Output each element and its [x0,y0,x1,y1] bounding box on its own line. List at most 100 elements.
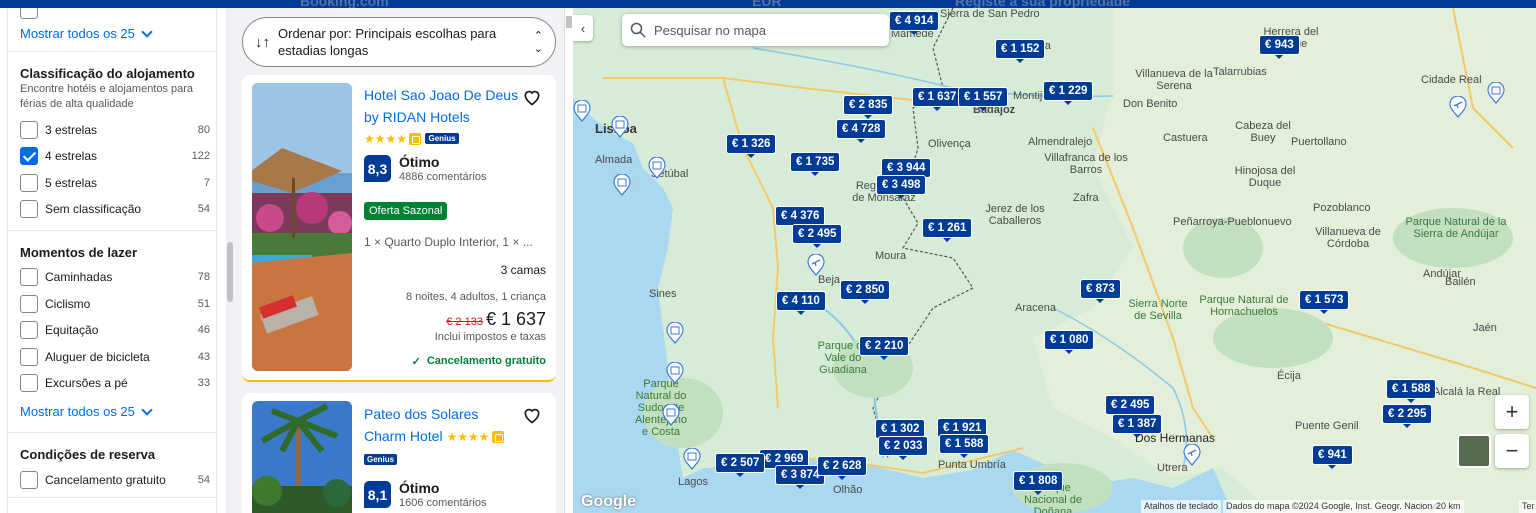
checkbox-checked[interactable] [20,147,38,165]
place-label: Parque Natural de Hornachuelos [1199,294,1289,318]
price-pin[interactable]: € 943 [1259,35,1300,59]
currency-button[interactable]: EUR [752,0,782,8]
price-pin[interactable]: € 4 376 [775,206,826,230]
price-pin[interactable]: € 1 808 [1013,471,1064,495]
filter-option-unrated[interactable]: Sem classificação 54 [20,199,210,219]
filter-option-4-stars[interactable]: 4 estrelas 122 [20,146,210,166]
filter-option-3-stars[interactable]: 3 estrelas 80 [20,120,210,140]
price-pin[interactable]: € 1 229 [1043,81,1094,105]
keyboard-shortcuts-link[interactable]: Atalhos de teclado [1141,500,1222,513]
free-cancellation: Cancelamento gratuito [426,355,546,367]
price-pin[interactable]: € 2 507 [715,453,766,477]
checkbox[interactable] [20,471,38,489]
price-pin[interactable]: € 1 080 [1044,330,1095,354]
checkbox[interactable] [20,200,38,218]
hotel-cluster-icon[interactable] [648,157,666,179]
hotel-card[interactable]: Hotel Sao Joao De Deus by RIDAN Hotels ★… [242,75,556,382]
filter-option-horse-riding[interactable]: Equitação 46 [20,320,210,340]
price-pin[interactable]: € 4 110 [776,291,826,315]
hotel-name-link[interactable]: Pateo dos Solares [364,403,524,425]
price-pin[interactable]: € 4 728 [836,119,887,143]
price-pin[interactable]: € 1 637 [912,87,963,111]
price-pin[interactable]: € 2 210 [859,336,910,360]
airport-icon[interactable] [1449,96,1467,118]
filter-option-cycling[interactable]: Ciclismo 51 [20,294,210,314]
price-pin[interactable]: € 2 628 [817,456,868,480]
price-pin[interactable]: € 4 914 [889,11,940,35]
price-pin[interactable]: € 2 495 [792,224,843,248]
price-pin[interactable]: € 3 498 [876,175,927,199]
show-all-previous-button[interactable]: Mostrar todos os 25 [20,25,153,41]
hotel-name-link[interactable]: Hotel Sao Joao De Deus by RIDAN Hotels [364,84,524,128]
panel-divider[interactable] [564,8,573,513]
filter-option-free-cancellation[interactable]: Cancelamento gratuito 54 [20,470,210,490]
hotel-card[interactable]: Pateo dos Solares Charm Hotel ★★★★ Geniu… [242,393,556,513]
price-pin[interactable]: € 1 152 [995,39,1046,63]
zoom-in-button[interactable]: + [1495,395,1529,429]
filter-option-5-stars[interactable]: 5 estrelas 7 [20,173,210,193]
chevron-down-icon [141,403,153,416]
checkbox[interactable] [20,268,38,286]
hotel-cluster-icon[interactable] [573,100,591,122]
filter-option-walking-tours[interactable]: Excursões a pé 33 [20,373,210,393]
hotel-cluster-icon[interactable] [1487,82,1505,104]
hotel-cluster-icon[interactable] [613,174,631,196]
satellite-toggle[interactable] [1457,434,1491,468]
filter-option-bike-rental[interactable]: Aluguer de bicicleta 43 [20,347,210,367]
price-pin[interactable]: € 2 033 [878,436,929,460]
collapse-map-button[interactable]: ‹ [573,15,593,41]
price-pin[interactable]: € 1 735 [790,152,841,176]
hotel-photo[interactable] [252,401,352,513]
checkbox[interactable] [20,295,38,313]
hotel-cluster-icon[interactable] [662,404,680,426]
hotel-cluster-icon[interactable] [683,448,701,470]
terms-link[interactable]: Ter [1519,500,1536,513]
price-pin[interactable]: € 1 588 [939,434,990,458]
price-pin[interactable]: € 2 850 [840,280,891,304]
checkbox[interactable] [20,348,38,366]
sort-button[interactable]: ↓↑ Ordenar por: Principais escolhas para… [242,17,556,67]
airport-icon[interactable] [1183,444,1201,466]
checkbox[interactable] [20,321,38,339]
place-label: Aracena [1015,302,1056,314]
map[interactable]: Sierra de San Pedro Malpica Mamede Villa… [573,8,1536,513]
brand-logo[interactable]: Booking.com [300,0,389,8]
price-pin[interactable]: € 2 295 [1382,404,1433,428]
price-pin[interactable]: € 873 [1080,279,1121,303]
heart-icon[interactable] [522,405,542,425]
stay-details: 8 noites, 4 adultos, 1 criança [405,291,546,303]
check-icon: ✓ [411,356,421,368]
price-pin[interactable]: € 1 261 [922,218,973,242]
hotel-cluster-icon[interactable] [611,116,629,138]
price-pin[interactable]: € 1 557 [958,87,1009,111]
airport-icon[interactable] [807,254,825,276]
filters-scrollbar[interactable] [226,8,234,513]
price-pin[interactable]: € 1 588 [1386,379,1437,403]
show-all-leisure-button[interactable]: Mostrar todos os 25 [20,403,153,419]
filter-group-property-rating: Classificação do alojamento Encontre hot… [7,51,217,231]
hotel-photo[interactable] [252,83,352,371]
price-pin[interactable]: € 941 [1312,445,1353,469]
hotel-cluster-icon[interactable] [666,322,684,344]
register-property-link[interactable]: Registe a sua propriedade [955,0,1130,8]
map-search-input[interactable]: Pesquisar no mapa [622,14,889,46]
price-pin[interactable]: € 1 326 [726,134,777,158]
checkbox[interactable] [20,121,38,139]
place-label: Almada [595,154,633,166]
filter-group-booking-conditions: Condições de reserva Cancelamento gratui… [7,432,217,513]
hotel-cluster-icon[interactable] [666,362,684,384]
price-pin[interactable]: € 1 573 [1299,290,1350,314]
heart-icon[interactable] [522,87,542,107]
price-pin[interactable]: € 2 835 [843,95,894,119]
scrollbar-thumb[interactable] [227,242,233,302]
place-label: Lagos [678,476,708,488]
place-label: Pozoblanco [1313,202,1371,214]
filter-option-hiking[interactable]: Caminhadas 78 [20,267,210,287]
checkbox[interactable] [20,174,38,192]
place-label: Jaén [1473,322,1497,334]
price-pin[interactable]: € 1 387 [1112,414,1163,438]
price-pin[interactable]: € 2 495 [1105,395,1156,419]
zoom-out-button[interactable]: − [1495,434,1529,468]
checkbox[interactable] [20,374,38,392]
place-label: Talarrubias [1213,66,1267,78]
